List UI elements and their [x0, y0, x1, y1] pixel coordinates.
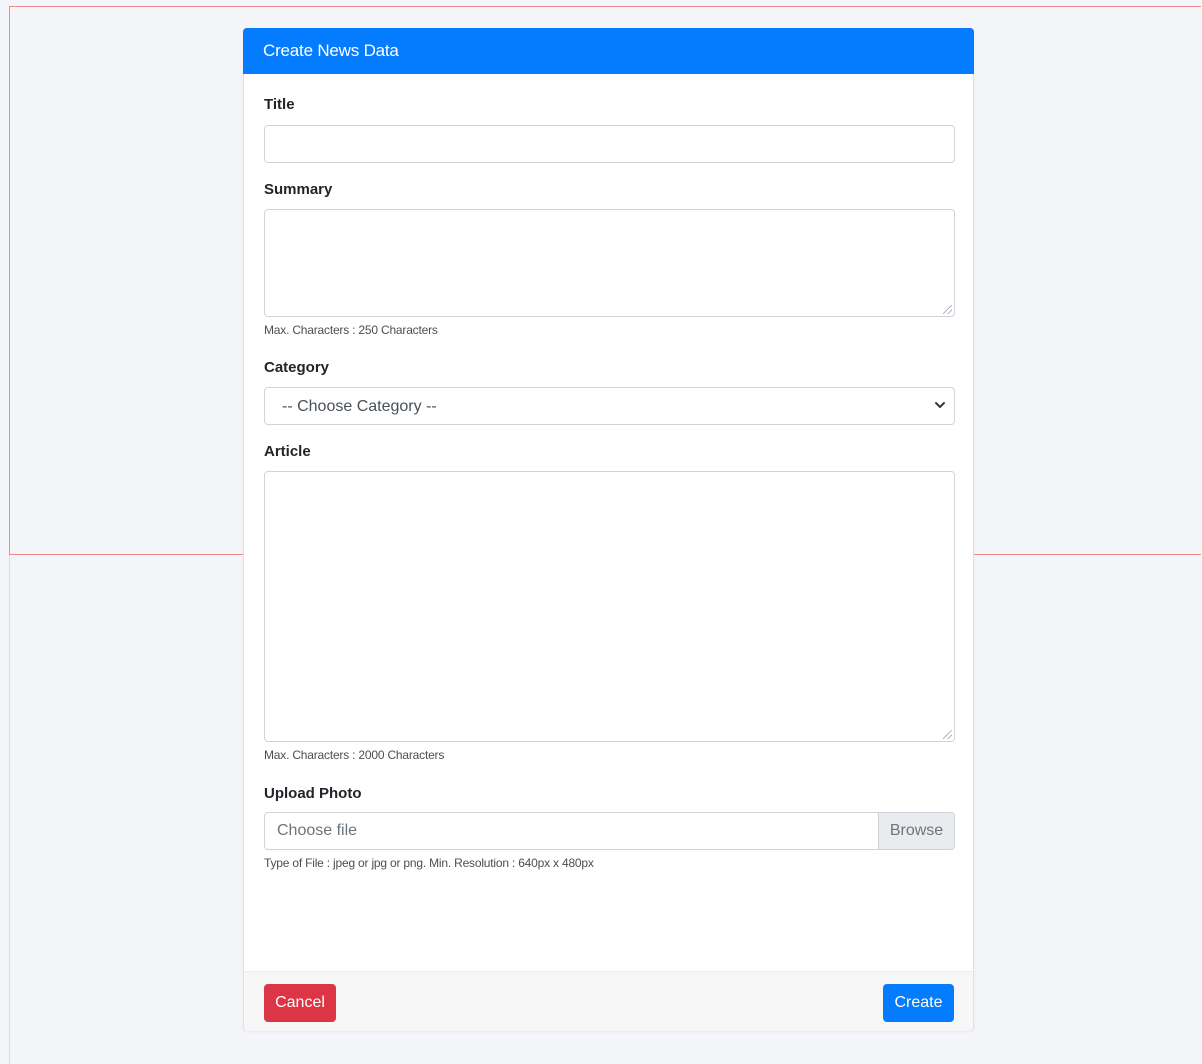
cancel-button[interactable]: Cancel	[264, 984, 336, 1022]
chevron-down-icon	[935, 402, 945, 408]
browse-button[interactable]: Browse	[878, 813, 954, 849]
title-label: Title	[264, 96, 295, 113]
upload-photo-label: Upload Photo	[264, 785, 362, 802]
card-footer: Cancel Create	[244, 971, 973, 1031]
article-label: Article	[264, 443, 311, 460]
card-header-title: Create News Data	[263, 41, 399, 60]
file-placeholder: Choose file	[277, 822, 358, 839]
category-selected-value: -- Choose Category --	[282, 398, 437, 415]
article-help-text: Max. Characters : 2000 Characters	[264, 748, 445, 762]
create-button[interactable]: Create	[883, 984, 954, 1022]
summary-help-text: Max. Characters : 250 Characters	[264, 323, 438, 337]
summary-label: Summary	[264, 181, 333, 198]
category-select[interactable]: -- Choose Category --	[264, 387, 955, 425]
card-header: Create News Data	[243, 28, 974, 74]
summary-textarea[interactable]	[264, 209, 955, 317]
upload-photo-help-text: Type of File : jpeg or jpg or png. Min. …	[264, 856, 594, 870]
resize-grip-icon[interactable]	[943, 730, 952, 739]
resize-grip-icon[interactable]	[943, 305, 952, 314]
page: Create News Data Title Summary Max. Char…	[0, 0, 1202, 1064]
title-input[interactable]	[264, 125, 955, 163]
create-news-card: Create News Data Title Summary Max. Char…	[243, 28, 974, 1031]
page-edge-line	[9, 555, 10, 1064]
upload-photo-input[interactable]: Choose file Browse	[264, 812, 955, 850]
category-label: Category	[264, 359, 330, 376]
article-textarea[interactable]	[264, 471, 955, 742]
